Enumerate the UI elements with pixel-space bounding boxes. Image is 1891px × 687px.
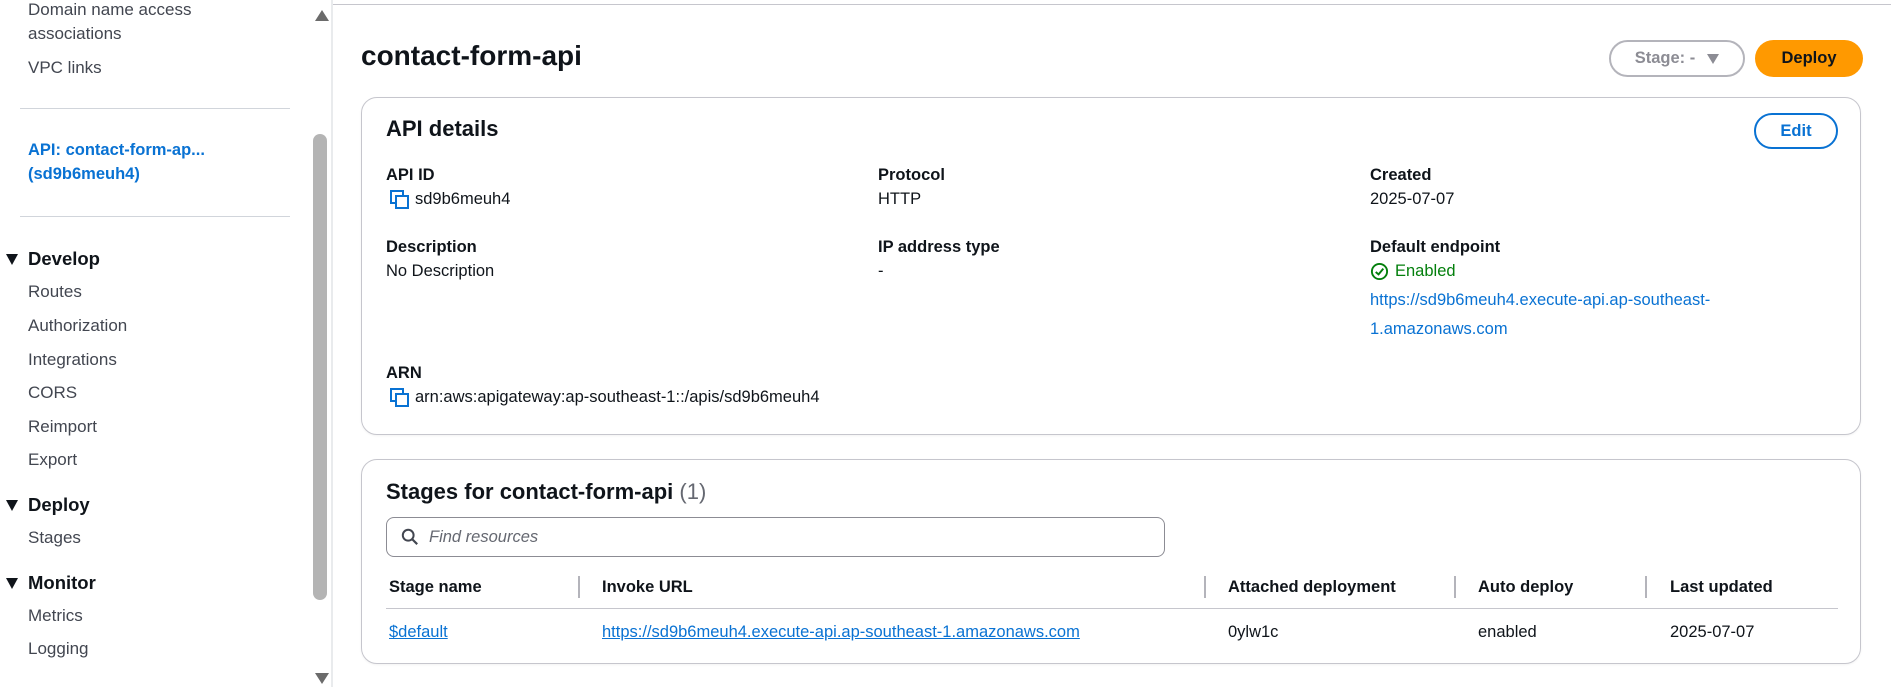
attached-deployment-value: 0ylw1c — [1228, 623, 1279, 641]
stages-heading-text: Stages for contact-form-api — [386, 479, 674, 504]
created-label: Created — [1370, 166, 1432, 184]
nav-domain-name-access-associations[interactable]: Domain name access associations — [28, 0, 248, 46]
page-title: contact-form-api — [361, 40, 582, 71]
description-label: Description — [386, 238, 477, 256]
protocol-label: Protocol — [878, 166, 945, 184]
search-placeholder: Find resources — [429, 527, 539, 546]
nav-divider — [20, 216, 290, 217]
column-header-last-updated[interactable]: Last updated — [1670, 578, 1773, 597]
check-circle-icon — [1370, 262, 1389, 281]
table-header-divider — [386, 608, 1838, 609]
caret-down-icon — [6, 577, 18, 589]
column-header-invoke-url[interactable]: Invoke URL — [602, 578, 693, 597]
endpoint-status: Enabled — [1370, 262, 1456, 281]
auto-deploy-value: enabled — [1478, 623, 1537, 641]
last-updated-value: 2025-07-07 — [1670, 623, 1755, 641]
nav-authorization[interactable]: Authorization — [28, 314, 127, 338]
nav-section-deploy[interactable]: Deploy — [6, 494, 90, 516]
nav-section-title: Develop — [28, 248, 100, 269]
endpoint-status-text: Enabled — [1395, 262, 1456, 280]
api-details-card: API details Edit API ID sd9b6meuh4 Descr… — [361, 97, 1861, 435]
side-navigation: Domain name access associations VPC link… — [0, 0, 330, 687]
search-input[interactable]: Find resources — [386, 517, 1165, 557]
copy-icon[interactable] — [390, 190, 410, 210]
nav-vpc-links[interactable]: VPC links — [28, 56, 102, 80]
nav-integrations[interactable]: Integrations — [28, 348, 117, 372]
api-id-label: API ID — [386, 166, 435, 184]
stage-name-link[interactable]: $default — [389, 623, 448, 642]
caret-down-icon — [6, 499, 18, 511]
sidebar-scrollbar[interactable] — [311, 0, 330, 687]
column-divider[interactable] — [1645, 576, 1647, 598]
sidebar-border — [331, 0, 333, 687]
scroll-down-arrow-icon[interactable] — [315, 673, 329, 684]
column-header-auto-deploy[interactable]: Auto deploy — [1478, 578, 1573, 597]
scroll-up-arrow-icon[interactable] — [315, 10, 329, 21]
column-header-stage-name[interactable]: Stage name — [389, 578, 482, 597]
nav-current-api[interactable]: API: contact-form-ap... (sd9b6meuh4) — [28, 138, 248, 186]
column-divider[interactable] — [578, 576, 580, 598]
stages-count: (1) — [679, 479, 707, 504]
default-endpoint-label: Default endpoint — [1370, 238, 1501, 256]
stages-card: Stages for contact-form-api (1) Find res… — [361, 459, 1861, 664]
ip-address-type-value: - — [878, 262, 884, 280]
nav-cors[interactable]: CORS — [28, 381, 77, 405]
column-divider[interactable] — [1204, 576, 1206, 598]
nav-stages[interactable]: Stages — [28, 526, 81, 550]
nav-section-monitor[interactable]: Monitor — [6, 572, 96, 594]
protocol-value: HTTP — [878, 190, 922, 208]
api-id-value: sd9b6meuh4 — [415, 190, 511, 208]
caret-down-icon — [1707, 53, 1720, 64]
created-value: 2025-07-07 — [1370, 190, 1455, 208]
copy-icon[interactable] — [390, 388, 410, 408]
search-icon — [401, 528, 418, 545]
description-value: No Description — [386, 262, 495, 280]
invoke-url-link[interactable]: https://sd9b6meuh4.execute-api.ap-southe… — [602, 623, 1080, 642]
stages-heading: Stages for contact-form-api (1) — [386, 479, 706, 505]
nav-section-title: Deploy — [28, 494, 90, 515]
nav-export[interactable]: Export — [28, 448, 77, 472]
caret-down-icon — [6, 253, 18, 265]
api-details-heading: API details — [386, 116, 499, 141]
edit-button[interactable]: Edit — [1754, 113, 1838, 149]
ip-address-type-label: IP address type — [878, 238, 1000, 256]
deploy-button[interactable]: Deploy — [1755, 40, 1863, 77]
arn-label: ARN — [386, 364, 422, 382]
top-divider — [333, 4, 1891, 5]
stage-select-label: Stage: - — [1634, 49, 1696, 67]
column-header-attached-deployment[interactable]: Attached deployment — [1228, 578, 1396, 597]
nav-reimport[interactable]: Reimport — [28, 415, 97, 439]
stage-select[interactable]: Stage: - — [1609, 40, 1745, 77]
nav-metrics[interactable]: Metrics — [28, 604, 83, 628]
column-divider[interactable] — [1454, 576, 1456, 598]
nav-routes[interactable]: Routes — [28, 280, 82, 304]
arn-value: arn:aws:apigateway:ap-southeast-1::/apis… — [415, 388, 820, 406]
nav-section-title: Monitor — [28, 572, 96, 593]
scrollbar-thumb[interactable] — [313, 134, 327, 600]
nav-section-develop[interactable]: Develop — [6, 248, 100, 270]
nav-logging[interactable]: Logging — [28, 637, 89, 661]
default-endpoint-link[interactable]: https://sd9b6meuh4.execute-api.ap-southe… — [1370, 286, 1770, 344]
nav-divider — [20, 108, 290, 109]
